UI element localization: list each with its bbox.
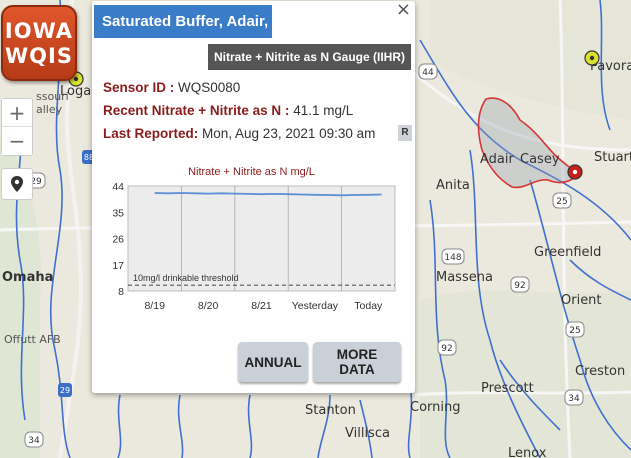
recent-reading-label: Recent Nitrate + Nitrite as N :: [103, 103, 294, 118]
chart-y-tick-label: 35: [112, 207, 124, 219]
map-label-casey: Casey: [520, 152, 560, 167]
locate-button[interactable]: [1, 168, 33, 200]
map-label-greenfield: Greenfield: [534, 245, 601, 260]
map-label-massena: Massena: [436, 270, 493, 285]
chart-x-tick-label: 8/19: [144, 300, 165, 312]
more-data-button[interactable]: MORE DATA: [313, 342, 401, 382]
map-label-villisca: Villisca: [345, 426, 390, 441]
map-label-lenox: Lenox: [508, 446, 547, 458]
svg-text:92: 92: [441, 344, 452, 354]
chart-y-tick-label: 17: [112, 260, 124, 272]
chart-y-tick-label: 44: [112, 181, 124, 193]
map-label-anita: Anita: [436, 178, 470, 193]
zoom-out-button[interactable]: −: [2, 127, 32, 155]
location-pin-icon: [11, 176, 23, 192]
map-label-orient: Orient: [561, 293, 602, 308]
logo-line-1: IOWA: [4, 19, 74, 43]
logo-line-2: WQIS: [5, 44, 73, 68]
map-label-stuart: Stuart: [594, 150, 631, 165]
svg-text:25: 25: [569, 326, 580, 336]
map-label-prescott: Prescott: [481, 381, 534, 396]
chart-y-tick-label: 8: [118, 286, 124, 298]
gauge-tag: Nitrate + Nitrite as N Gauge (IIHR): [207, 44, 411, 70]
popup-title: Saturated Buffer, Adair, IA: [94, 5, 287, 38]
recent-reading-row: Recent Nitrate + Nitrite as N : 41.1 mg/…: [103, 103, 353, 118]
map-label-missouri: ssouri: [36, 90, 69, 103]
chart-y-tick-label: 26: [112, 234, 124, 246]
map-label-omaha: Omaha: [2, 270, 53, 285]
sensor-marker-pavora[interactable]: [584, 50, 600, 66]
nitrate-chart: Nitrate + Nitrite as N mg/L 8 17 26 35 44 8/19…: [112, 166, 396, 312]
map-label-offutt: Offutt AFB: [4, 333, 61, 346]
svg-text:25: 25: [556, 197, 567, 207]
sensor-id-label: Sensor ID :: [103, 80, 179, 95]
app-logo[interactable]: IOWA WQIS: [1, 5, 77, 81]
last-reported-row: Last Reported: Mon, Aug 23, 2021 09:30 a…: [103, 126, 375, 141]
sensor-popup: × Saturated Buffer, Adair, IA Nitrate + …: [92, 0, 415, 393]
chart-x-tick-label: 8/20: [198, 300, 219, 312]
chart-title: Nitrate + Nitrite as N mg/L: [188, 166, 315, 178]
svg-text:34: 34: [568, 394, 580, 404]
sensor-id-value: WQS0080: [178, 80, 241, 95]
map-label-corning: Corning: [410, 400, 461, 415]
sensor-id-row: Sensor ID : WQS0080: [103, 80, 240, 95]
svg-text:29: 29: [60, 386, 70, 395]
last-reported-label: Last Reported:: [103, 126, 203, 141]
close-icon[interactable]: ×: [396, 0, 411, 20]
sensor-marker-adair[interactable]: [567, 164, 583, 180]
map-label-creston: Creston: [575, 364, 625, 379]
svg-text:44: 44: [422, 68, 434, 78]
r-badge[interactable]: R: [398, 125, 412, 141]
svg-text:92: 92: [514, 281, 525, 291]
chart-threshold-label: 10mg/l drinkable threshold: [133, 273, 239, 283]
zoom-control: + −: [1, 98, 33, 156]
svg-text:34: 34: [28, 436, 40, 446]
chart-x-tick-label: Yesterday: [292, 300, 339, 312]
map-label-alley: alley: [36, 103, 63, 116]
zoom-in-button[interactable]: +: [2, 99, 32, 127]
chart-x-tick-label: Today: [354, 300, 383, 312]
chart-x-tick-label: 8/21: [251, 300, 272, 312]
annual-button[interactable]: ANNUAL: [238, 342, 308, 382]
map-label-adair: Adair: [480, 152, 514, 167]
svg-text:148: 148: [444, 253, 461, 263]
last-reported-value: Mon, Aug 23, 2021 09:30 am: [202, 126, 376, 141]
map-label-stanton: Stanton: [305, 403, 356, 418]
recent-reading-value: 41.1 mg/L: [293, 103, 354, 118]
